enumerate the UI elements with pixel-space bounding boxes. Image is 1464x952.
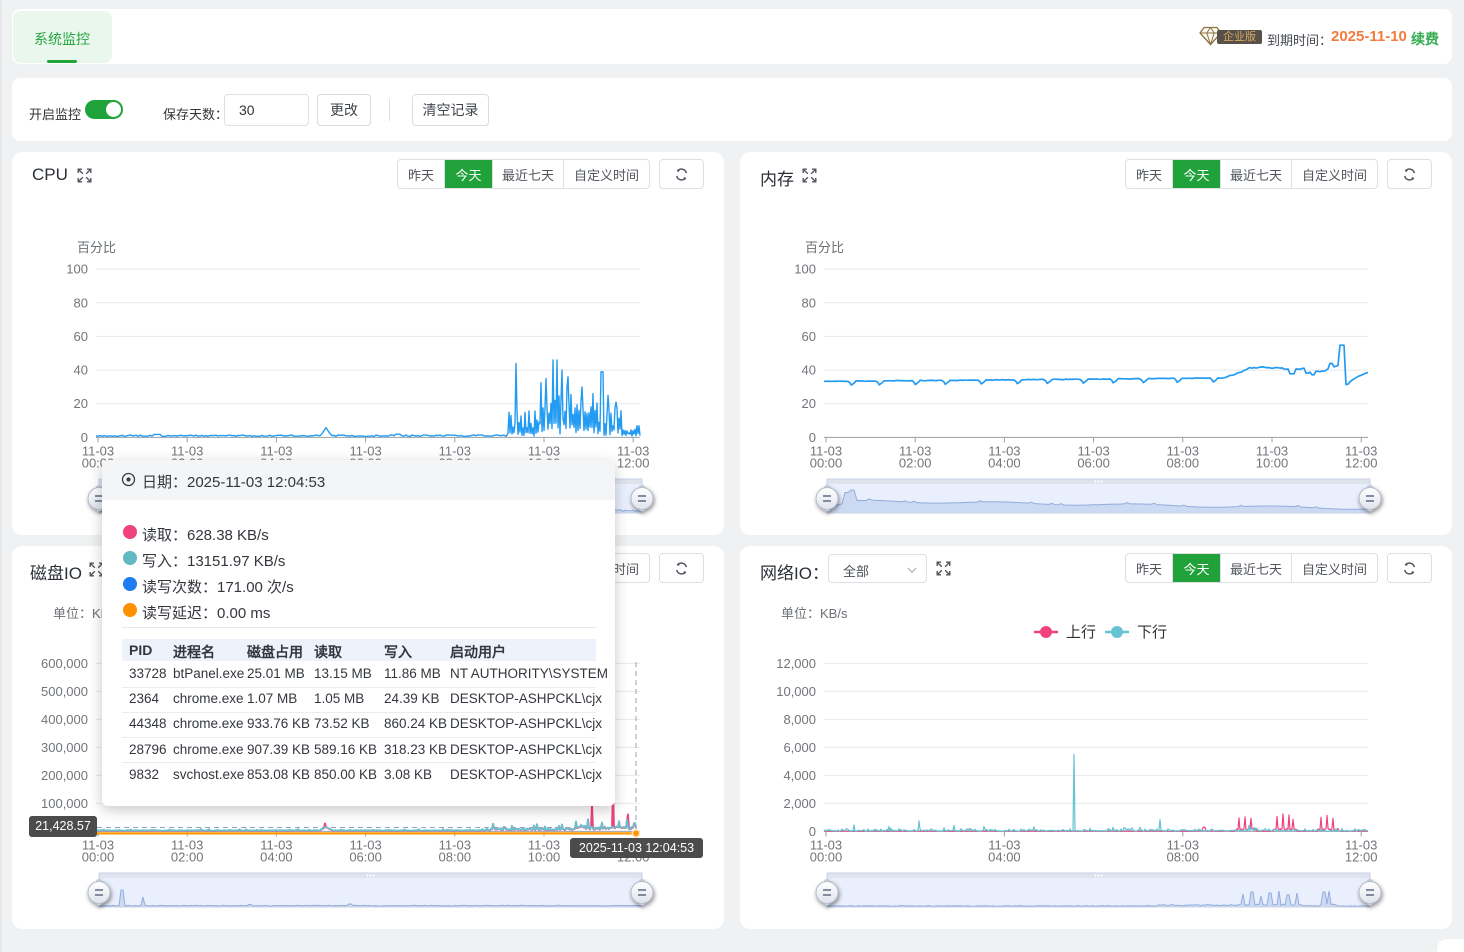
svg-text:100: 100	[794, 262, 816, 277]
svg-text:20: 20	[74, 396, 88, 411]
svg-text:12,000: 12,000	[776, 656, 816, 671]
svg-text:500,000: 500,000	[41, 684, 88, 699]
svg-text:40: 40	[802, 363, 816, 378]
svg-text:10:00: 10:00	[528, 850, 561, 865]
svg-text:12:00: 12:00	[617, 456, 650, 471]
svg-text:20: 20	[802, 396, 816, 411]
svg-text:00:00: 00:00	[810, 850, 843, 865]
svg-text:04:00: 04:00	[988, 850, 1021, 865]
svg-text:08:00: 08:00	[439, 850, 472, 865]
svg-text:100: 100	[66, 262, 88, 277]
svg-text:08:00: 08:00	[1167, 850, 1200, 865]
svg-text:4,000: 4,000	[783, 768, 816, 783]
svg-text:06:00: 06:00	[1077, 456, 1110, 471]
svg-text:00:00: 00:00	[810, 456, 843, 471]
svg-text:80: 80	[802, 295, 816, 310]
svg-text:00:00: 00:00	[82, 850, 115, 865]
svg-text:06:00: 06:00	[349, 850, 382, 865]
svg-text:200,000: 200,000	[41, 768, 88, 783]
svg-text:02:00: 02:00	[171, 850, 204, 865]
svg-text:60: 60	[74, 329, 88, 344]
svg-text:2,000: 2,000	[783, 796, 816, 811]
svg-text:10:00: 10:00	[1256, 456, 1289, 471]
svg-text:80: 80	[74, 295, 88, 310]
svg-text:单位：KB/s: 单位：KB/s	[781, 606, 848, 621]
svg-text:下行: 下行	[1137, 624, 1167, 641]
svg-text:10,000: 10,000	[776, 684, 816, 699]
svg-text:300,000: 300,000	[41, 740, 88, 755]
svg-text:12:00: 12:00	[1345, 850, 1378, 865]
svg-text:600,000: 600,000	[41, 656, 88, 671]
svg-text:04:00: 04:00	[260, 850, 293, 865]
svg-text:400,000: 400,000	[41, 712, 88, 727]
svg-text:08:00: 08:00	[1167, 456, 1200, 471]
svg-text:百分比: 百分比	[805, 240, 844, 255]
svg-text:100,000: 100,000	[41, 796, 88, 811]
svg-text:60: 60	[802, 329, 816, 344]
svg-text:百分比: 百分比	[77, 240, 116, 255]
svg-text:6,000: 6,000	[783, 740, 816, 755]
svg-text:04:00: 04:00	[988, 456, 1021, 471]
svg-text:上行: 上行	[1066, 624, 1096, 641]
svg-text:8,000: 8,000	[783, 712, 816, 727]
svg-text:40: 40	[74, 363, 88, 378]
svg-text:12:00: 12:00	[1345, 456, 1378, 471]
svg-text:02:00: 02:00	[899, 456, 932, 471]
